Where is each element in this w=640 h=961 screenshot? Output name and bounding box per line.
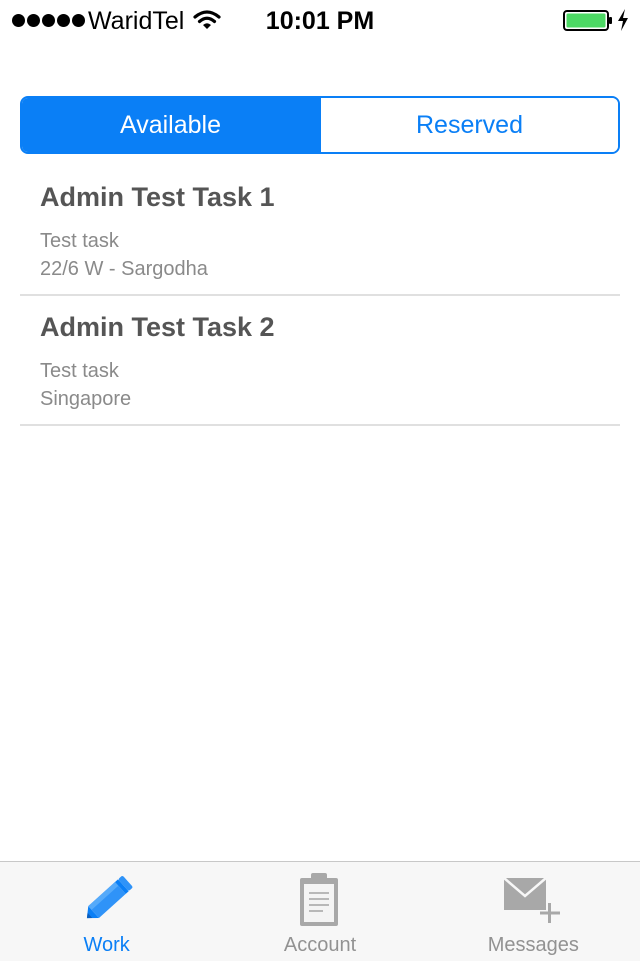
task-list-item[interactable]: Admin Test Task 1 Test task 22/6 W - Sar… bbox=[20, 166, 620, 296]
task-filter-segmented-control: Available Reserved bbox=[20, 96, 620, 154]
charging-bolt-icon bbox=[617, 9, 629, 36]
segment-available[interactable]: Available bbox=[22, 98, 319, 152]
tab-messages[interactable]: Messages bbox=[427, 862, 640, 961]
tab-label: Messages bbox=[487, 934, 579, 956]
task-list-item[interactable]: Admin Test Task 2 Test task Singapore bbox=[20, 296, 620, 426]
pencil-icon bbox=[0, 872, 213, 928]
task-description: Test task bbox=[40, 360, 119, 382]
task-list: Admin Test Task 1 Test task 22/6 W - Sar… bbox=[20, 166, 620, 426]
tab-label: Account bbox=[283, 934, 357, 956]
segment-reserved[interactable]: Reserved bbox=[319, 98, 618, 152]
tab-account[interactable]: Account bbox=[213, 862, 426, 961]
status-time: 10:01 PM bbox=[265, 7, 375, 35]
status-bar: WaridTel 10:01 PM bbox=[0, 0, 640, 40]
tab-bar: Work Account Messages bbox=[0, 861, 640, 961]
task-title: Admin Test Task 2 bbox=[40, 312, 275, 342]
task-title: Admin Test Task 1 bbox=[40, 182, 275, 212]
mail-add-icon bbox=[427, 872, 640, 928]
tab-work[interactable]: Work bbox=[0, 862, 213, 961]
task-location: Singapore bbox=[40, 388, 132, 410]
battery-icon bbox=[563, 10, 613, 37]
clipboard-icon bbox=[213, 872, 426, 928]
task-description: Test task bbox=[40, 230, 119, 252]
task-location: 22/6 W - Sargodha bbox=[40, 258, 208, 280]
tab-label: Work bbox=[83, 934, 130, 956]
